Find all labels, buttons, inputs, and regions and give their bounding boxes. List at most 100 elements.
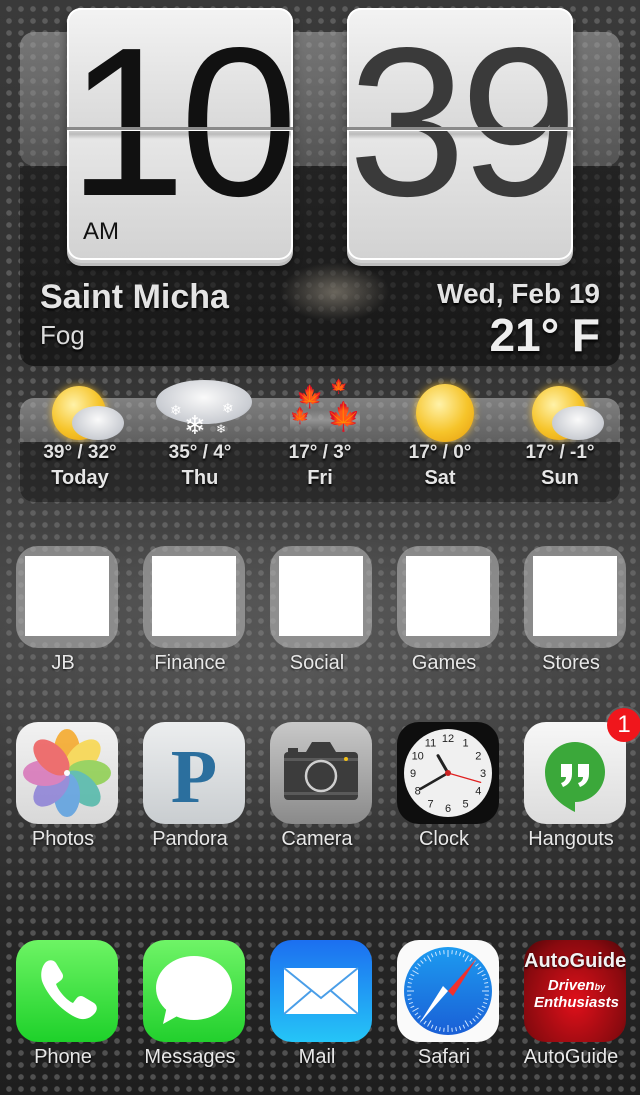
temp-range: 17° / -1° xyxy=(525,442,595,463)
app-label: Clock xyxy=(418,828,469,850)
folder-stores[interactable]: Stores xyxy=(508,546,634,696)
mail-icon xyxy=(270,940,372,1042)
app-label: Safari xyxy=(417,1046,471,1068)
dock-app-messages[interactable]: Messages xyxy=(127,940,253,1090)
notification-badge: 1 xyxy=(607,708,640,742)
temp-range: 39° / 32° xyxy=(43,442,117,463)
day-label: Fri xyxy=(307,467,333,489)
messages-icon xyxy=(143,940,245,1042)
camera-icon xyxy=(270,722,372,824)
app-hangouts[interactable]: 1 Hangouts xyxy=(508,708,640,872)
clock-numeral: 3 xyxy=(480,768,486,780)
app-label: AutoGuide xyxy=(523,1046,619,1068)
hangouts-icon xyxy=(524,722,626,824)
clock-numeral: 7 xyxy=(427,798,433,810)
app-label: Phone xyxy=(34,1046,92,1068)
clock-center xyxy=(445,770,451,776)
app-label: Stores xyxy=(542,652,600,674)
folder-finance[interactable]: Finance xyxy=(127,546,253,696)
app-label: Mail xyxy=(298,1046,336,1068)
temp-range: 17° / 3° xyxy=(288,442,352,463)
folder-games[interactable]: Games xyxy=(381,546,507,696)
clock-numeral: 5 xyxy=(462,798,468,810)
clock-numeral: 2 xyxy=(475,751,481,763)
day-label: Thu xyxy=(181,467,219,489)
clock-numeral: 10 xyxy=(412,751,424,763)
forecast-day: 17° / 0° Sat xyxy=(380,384,500,498)
safari-icon xyxy=(397,940,499,1042)
app-label: Games xyxy=(411,652,477,674)
minutes-flip-card: 39 xyxy=(347,8,573,260)
partly-cloudy-icon xyxy=(50,386,124,446)
app-photos[interactable]: Photos xyxy=(0,722,126,872)
weather-condition: Fog xyxy=(40,320,85,350)
folder-icon xyxy=(270,546,372,648)
forecast-day: 39° / 32° Today xyxy=(20,386,140,498)
hazy-sun-icon xyxy=(410,384,474,446)
forecast-day: 🍁 🍁 🍁 🍁 17° / 3° Fri xyxy=(260,378,380,498)
hours-flip-card: 10 AM xyxy=(67,8,293,260)
windy-leaves-icon: 🍁 🍁 🍁 🍁 xyxy=(290,378,361,432)
phone-icon xyxy=(16,940,118,1042)
clock-face: 12 12 3 45678 9 1011 xyxy=(404,729,492,817)
folder-social[interactable]: Social xyxy=(254,546,380,696)
app-label: JB xyxy=(51,652,75,674)
day-label: Sun xyxy=(541,467,579,489)
photos-icon xyxy=(16,722,118,824)
minutes-digits: 39 xyxy=(348,8,573,240)
ampm-label: AM xyxy=(83,218,119,245)
tagline-enthusiasts: Enthusiasts xyxy=(534,994,620,1011)
dock-app-phone[interactable]: Phone xyxy=(0,940,126,1090)
tagline-by: by xyxy=(594,982,606,992)
clock-numeral: 9 xyxy=(410,768,416,780)
clock-numeral: 4 xyxy=(475,786,481,798)
dock-app-mail[interactable]: Mail xyxy=(254,940,380,1090)
app-label: Hangouts xyxy=(528,828,614,850)
autoguide-icon: AutoGuide Drivenby Enthusiasts xyxy=(524,940,626,1042)
autoguide-logo-title: AutoGuide xyxy=(524,950,626,972)
current-temperature: 21° F xyxy=(489,309,600,361)
forecast-day: 17° / -1° Sun xyxy=(500,386,620,498)
current-date: Wed, Feb 19 xyxy=(437,278,600,309)
app-clock[interactable]: 12 1 2 3 4 5 6 7 8 9 10 11 Clock xyxy=(381,722,507,872)
folder-icon xyxy=(16,546,118,648)
flip-hinge xyxy=(67,127,293,130)
dock-app-autoguide[interactable]: AutoGuide Drivenby Enthusiasts AutoGuide xyxy=(508,940,634,1090)
day-label: Today xyxy=(51,467,109,489)
snow-icon: ❄ ❄ ❄ ❄ xyxy=(156,380,252,446)
app-label: Finance xyxy=(154,652,226,674)
fog-icon xyxy=(280,262,390,322)
pandora-p-glyph: P xyxy=(170,735,218,819)
clock-numeral: 6 xyxy=(445,803,451,815)
clock-icon: 12 1 2 3 4 5 6 7 8 9 10 11 xyxy=(397,722,499,824)
clock-numeral: 11 xyxy=(425,738,436,750)
app-pandora[interactable]: P Pandora xyxy=(127,722,253,872)
folder-icon xyxy=(143,546,245,648)
app-label: Photos xyxy=(31,828,95,850)
tagline-driven: Driven xyxy=(547,977,595,994)
clock-numeral: 12 xyxy=(442,733,454,745)
temp-range: 17° / 0° xyxy=(408,442,472,463)
clock-weather-widget[interactable]: 10 AM 39 Saint Micha Fog Wed, Feb 19 21°… xyxy=(20,8,620,366)
folder-icon xyxy=(524,546,626,648)
pandora-icon: P xyxy=(143,722,245,824)
forecast-widget[interactable]: 39° / 32° Today ❄ ❄ ❄ ❄ 35° / 4° Thu 🍁 🍁… xyxy=(20,378,620,502)
app-camera[interactable]: Camera xyxy=(254,722,380,872)
app-label: Pandora xyxy=(152,828,228,850)
autoguide-tagline: Drivenby Enthusiasts xyxy=(534,978,619,1010)
hours-digits: 10 xyxy=(68,8,293,240)
city-name: Saint Micha xyxy=(40,278,229,316)
clock-numeral: 8 xyxy=(415,786,421,798)
forecast-day: ❄ ❄ ❄ ❄ 35° / 4° Thu xyxy=(140,380,260,498)
flip-hinge xyxy=(347,127,573,130)
temp-range: 35° / 4° xyxy=(168,442,232,463)
app-label: Social xyxy=(289,652,345,674)
app-label: Camera xyxy=(281,828,353,850)
day-label: Sat xyxy=(424,467,456,489)
folder-icon xyxy=(397,546,499,648)
partly-cloudy-icon xyxy=(530,386,604,446)
clock-numeral: 1 xyxy=(462,738,468,750)
app-label: Messages xyxy=(144,1046,236,1068)
dock-app-safari[interactable]: Safari xyxy=(381,940,507,1090)
folder-jb[interactable]: JB xyxy=(0,546,126,696)
